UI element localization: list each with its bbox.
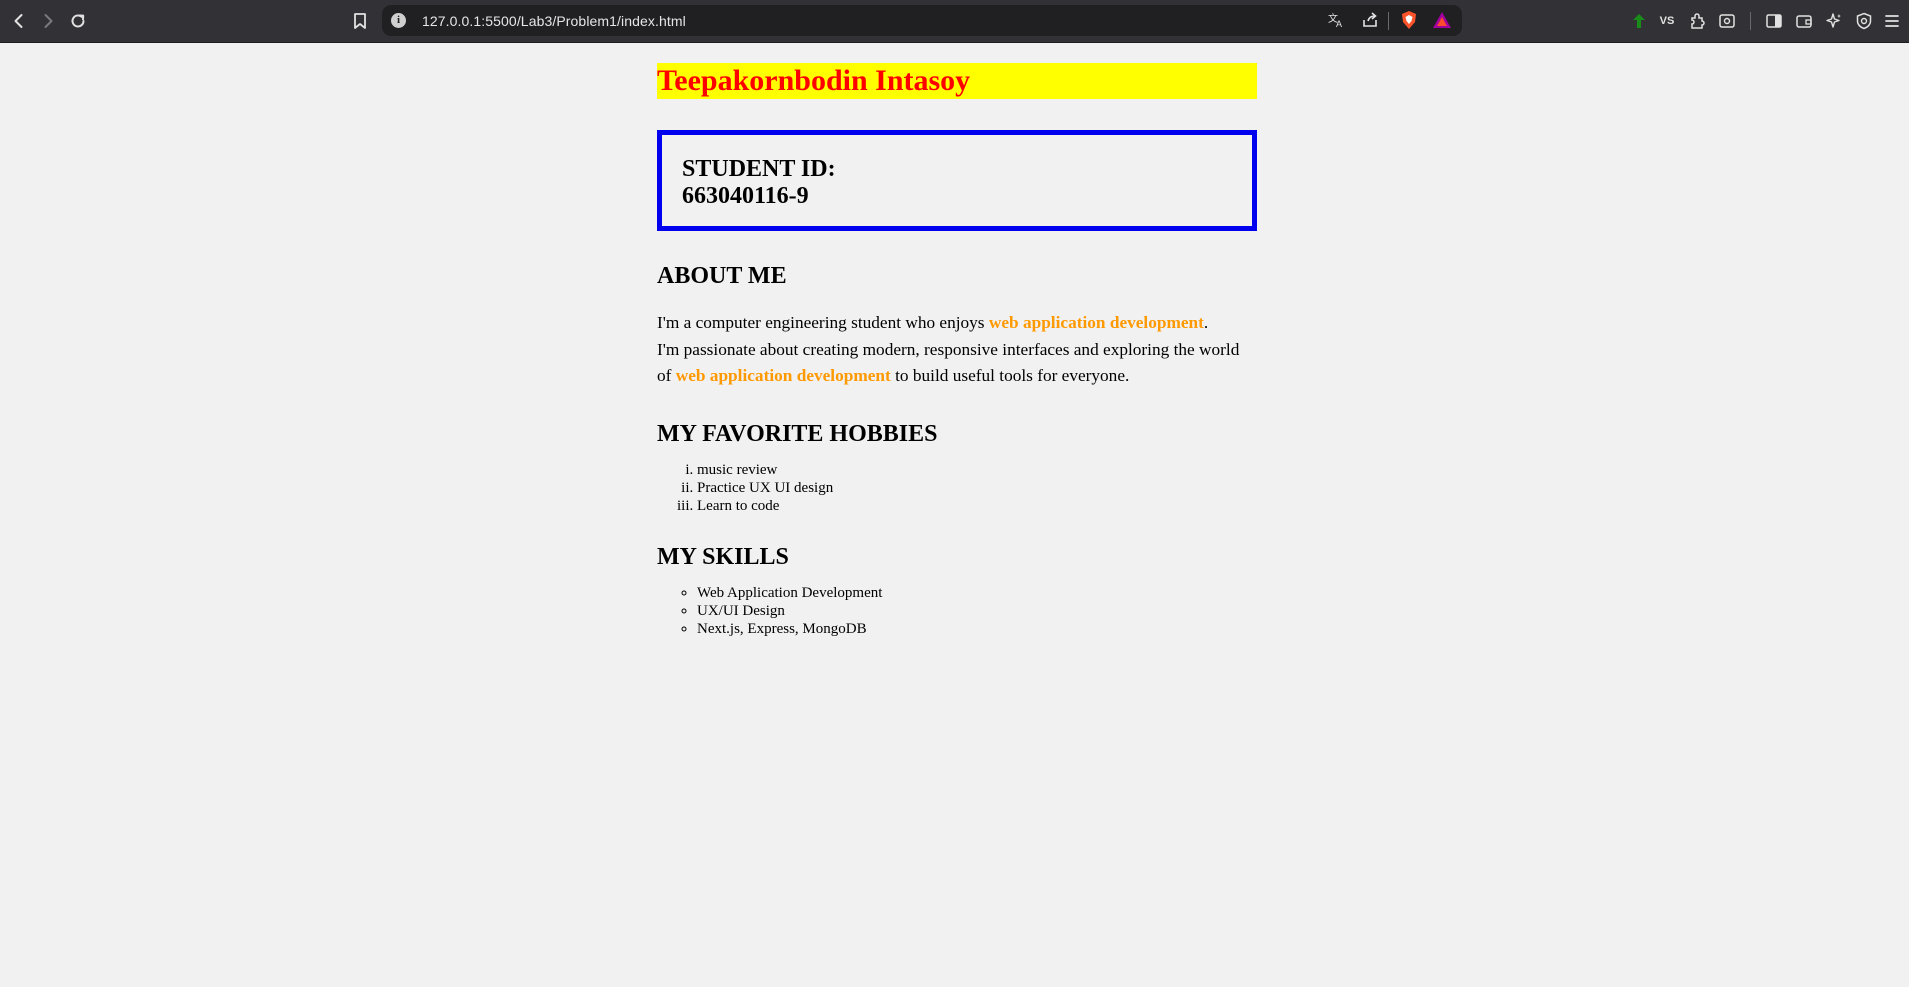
brave-rewards-icon[interactable] [1431, 9, 1453, 31]
vpn-icon[interactable] [1853, 10, 1875, 32]
skills-list: Web Application Development UX/UI Design… [657, 584, 1257, 638]
list-item: UX/UI Design [697, 602, 1257, 620]
brave-shields-icon[interactable] [1398, 9, 1420, 31]
separator [1388, 12, 1389, 30]
reload-icon[interactable] [65, 8, 91, 34]
share-icon[interactable] [1359, 9, 1381, 31]
browser-toolbar: i 127.0.0.1:5500/Lab3/Problem1/index.htm… [0, 0, 1909, 43]
vs-extension-icon[interactable]: VS [1656, 10, 1678, 32]
reader-icon[interactable] [1716, 10, 1738, 32]
hobbies-heading: MY FAVORITE HOBBIES [657, 420, 938, 447]
address-bar[interactable]: i 127.0.0.1:5500/Lab3/Problem1/index.htm… [382, 5, 1462, 36]
highlight-text: web application development [988, 313, 1204, 332]
extension-green-icon[interactable] [1628, 10, 1650, 32]
hobbies-list: music review Practice UX UI design Learn… [657, 461, 1257, 515]
student-id-box: STUDENT ID: 663040116-9 [657, 130, 1257, 231]
bookmark-icon[interactable] [347, 8, 373, 34]
translate-icon[interactable]: 文A [1325, 9, 1347, 31]
sidebar-icon[interactable] [1763, 10, 1785, 32]
leo-icon[interactable] [1823, 10, 1845, 32]
about-text: I'm a computer engineering student who e… [657, 313, 989, 332]
wallet-icon[interactable] [1793, 10, 1815, 32]
page-title: Teepakornbodin Intasoy [657, 63, 1257, 99]
back-icon[interactable] [6, 8, 32, 34]
highlight-text: web application development [675, 366, 891, 385]
list-item: Practice UX UI design [697, 479, 1257, 497]
page-content: Teepakornbodin Intasoy STUDENT ID: 66304… [657, 63, 1257, 638]
menu-icon[interactable] [1881, 10, 1903, 32]
about-text: to build useful tools for everyone. [890, 366, 1130, 385]
separator [1750, 12, 1751, 30]
list-item: music review [697, 461, 1257, 479]
extensions-icon[interactable] [1686, 10, 1708, 32]
skills-heading: MY SKILLS [657, 543, 789, 570]
student-id-value: 663040116-9 [682, 183, 809, 209]
list-item: Learn to code [697, 497, 1257, 515]
forward-icon[interactable] [35, 8, 61, 34]
url-text[interactable]: 127.0.0.1:5500/Lab3/Problem1/index.html [422, 13, 686, 29]
student-id-label: STUDENT ID: [682, 156, 836, 182]
about-heading: ABOUT ME [657, 263, 787, 289]
about-paragraph: I'm a computer engineering student who e… [657, 310, 1257, 390]
svg-text:A: A [1336, 19, 1342, 29]
site-info-icon[interactable]: i [391, 13, 406, 28]
list-item: Next.js, Express, MongoDB [697, 620, 1257, 638]
about-text: . [1203, 313, 1209, 332]
list-item: Web Application Development [697, 584, 1257, 602]
